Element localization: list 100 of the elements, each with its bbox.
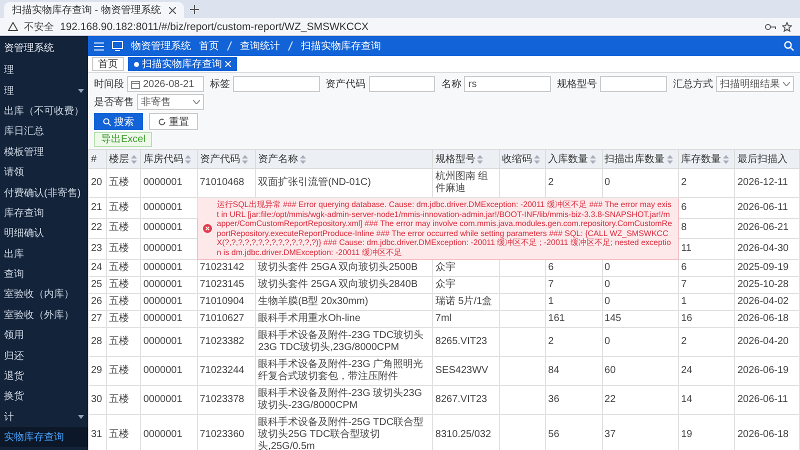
sort-icon[interactable] bbox=[300, 154, 306, 164]
sidebar-item[interactable]: 理 bbox=[0, 80, 88, 101]
table-cell: 31 bbox=[88, 414, 107, 450]
chevron-down-icon bbox=[78, 88, 84, 93]
column-header[interactable]: 资产名称 bbox=[256, 150, 433, 168]
sidebar-item[interactable]: 领用 bbox=[0, 325, 88, 346]
sort-icon[interactable] bbox=[185, 154, 192, 164]
column-header[interactable]: 收缩码 bbox=[499, 150, 546, 168]
table-cell bbox=[499, 328, 546, 356]
sort-icon[interactable] bbox=[131, 154, 138, 164]
table-cell: 8310.25/032 bbox=[432, 414, 500, 450]
calendar-icon bbox=[131, 80, 140, 88]
security-label[interactable]: 不安全 bbox=[24, 20, 54, 34]
column-header[interactable]: 库存数量 bbox=[678, 150, 735, 168]
table-cell bbox=[499, 276, 546, 294]
table-cell: 0 bbox=[602, 328, 679, 356]
plus-icon[interactable] bbox=[190, 5, 199, 14]
sidebar-item[interactable]: 库日汇总 bbox=[0, 121, 88, 142]
sidebar-item[interactable]: 模板管理 bbox=[0, 142, 88, 162]
breadcrumb-link[interactable]: 查询统计 bbox=[240, 39, 280, 53]
warning-icon[interactable] bbox=[8, 22, 18, 31]
sidebar-item[interactable]: 室验收（外库） bbox=[0, 304, 88, 326]
column-header[interactable]: 扫描出库数量 bbox=[602, 150, 679, 168]
input-field[interactable] bbox=[368, 76, 436, 92]
table-cell: 6 bbox=[678, 260, 735, 276]
table-cell: 眼科手术设备及附件-23G 广角照明光纤复合式玻切套包，带注压附件 bbox=[256, 356, 433, 386]
sidebar-item[interactable]: 库存查询 bbox=[0, 202, 88, 224]
sidebar-item[interactable]: 出库（不可收费） bbox=[0, 100, 88, 122]
table-cell: 0000001 bbox=[140, 294, 198, 310]
sidebar-item[interactable]: 查询 bbox=[0, 264, 88, 284]
search-icon[interactable] bbox=[784, 41, 794, 51]
column-header[interactable]: 资产代码 bbox=[197, 150, 256, 168]
sidebar-item[interactable]: 归还 bbox=[0, 345, 88, 366]
table-cell: 玻切头套件 25GA 双向玻切头2840B bbox=[256, 276, 433, 294]
input-field[interactable] bbox=[232, 76, 320, 92]
table-cell: 56 bbox=[546, 414, 602, 450]
sidebar-item[interactable]: 出库 bbox=[0, 244, 88, 264]
table-cell: 五楼 bbox=[106, 414, 141, 450]
table-cell: 28 bbox=[88, 328, 107, 356]
page-tab[interactable]: 首页 bbox=[92, 57, 124, 71]
star-icon[interactable] bbox=[782, 22, 792, 32]
table-cell: 71010627 bbox=[197, 310, 256, 328]
table-cell: 0000001 bbox=[140, 168, 198, 198]
sort-icon[interactable] bbox=[242, 154, 248, 164]
table-cell: 60 bbox=[602, 356, 679, 386]
url-field[interactable]: 192.168.90.182:8011/#/biz/report/custom-report/WZ_SMSWKCCX bbox=[60, 20, 759, 32]
table-cell: 24 bbox=[678, 356, 735, 386]
table-cell: 0000001 bbox=[140, 310, 198, 328]
sort-icon[interactable] bbox=[477, 154, 484, 164]
sidebar-item[interactable]: 实物库存查询 bbox=[0, 427, 88, 448]
breadcrumb-link[interactable]: 首页 bbox=[199, 39, 219, 53]
table-cell: 2026-04-30 bbox=[734, 238, 800, 260]
table-cell: 五楼 bbox=[106, 328, 141, 356]
browser-tab[interactable]: 扫描实物库存查询 - 物资管理系统 bbox=[4, 2, 184, 18]
close-icon[interactable] bbox=[168, 6, 176, 14]
table-cell: 五楼 bbox=[106, 386, 141, 414]
table-cell: 五楼 bbox=[106, 168, 141, 198]
search-button[interactable]: 搜索 bbox=[94, 113, 143, 130]
table-cell: 五楼 bbox=[106, 198, 141, 218]
table-cell: 7 bbox=[678, 276, 735, 294]
column-header[interactable]: 楼层 bbox=[106, 150, 141, 168]
table-cell: 生物羊膜(B型 20x30mm) bbox=[256, 294, 433, 310]
table-cell: 2026-04-02 bbox=[734, 294, 800, 310]
field-label: 标签 bbox=[210, 78, 230, 91]
breadcrumb-link[interactable]: 扫描实物库存查询 bbox=[301, 39, 381, 53]
table-cell: 145 bbox=[602, 310, 679, 328]
sort-icon[interactable] bbox=[590, 154, 596, 164]
select-field[interactable]: 扫描明细结果 bbox=[716, 76, 794, 92]
table-cell: 16 bbox=[678, 310, 735, 328]
page-tab[interactable]: 扫描实物库存查询 bbox=[128, 57, 237, 71]
column-header[interactable]: 入库数量 bbox=[546, 150, 602, 168]
table-cell: 2026-06-19 bbox=[734, 356, 800, 386]
table-cell: 1 bbox=[546, 294, 602, 310]
sort-icon[interactable] bbox=[666, 154, 673, 164]
sidebar-item[interactable]: 室验收（内库） bbox=[0, 284, 88, 305]
column-header[interactable]: 规格型号 bbox=[432, 150, 500, 168]
table-cell: 五楼 bbox=[106, 218, 141, 239]
sidebar-item[interactable]: 明细确认 bbox=[0, 223, 88, 244]
menu-icon[interactable] bbox=[94, 42, 104, 50]
table-cell: 22 bbox=[88, 218, 107, 239]
key-icon[interactable] bbox=[765, 22, 776, 30]
sidebar-item[interactable]: 付费确认(非寄售) bbox=[0, 182, 88, 203]
input-field[interactable] bbox=[600, 76, 667, 92]
input-field[interactable]: rs bbox=[464, 76, 552, 92]
table-cell: 0000001 bbox=[140, 386, 198, 414]
sidebar-item[interactable]: 理 bbox=[0, 60, 88, 80]
table-cell: 0000001 bbox=[140, 276, 198, 294]
sidebar-item[interactable]: 退货 bbox=[0, 366, 88, 386]
date-field[interactable]: 2026-08-21 bbox=[127, 76, 204, 92]
table-cell: 27 bbox=[88, 310, 107, 328]
select-field[interactable]: 非寄售 bbox=[137, 94, 204, 110]
reset-button[interactable]: 重置 bbox=[149, 113, 198, 130]
sort-icon[interactable] bbox=[723, 154, 730, 164]
sidebar-item[interactable]: 换货 bbox=[0, 386, 88, 407]
table-cell: 2026-06-18 bbox=[734, 310, 800, 328]
sidebar-item[interactable]: 请领 bbox=[0, 162, 88, 182]
column-header[interactable]: 库房代码 bbox=[140, 150, 198, 168]
sidebar-item[interactable]: 计 bbox=[0, 406, 88, 428]
table-cell: 0000001 bbox=[140, 260, 198, 276]
sort-icon[interactable] bbox=[534, 154, 540, 164]
